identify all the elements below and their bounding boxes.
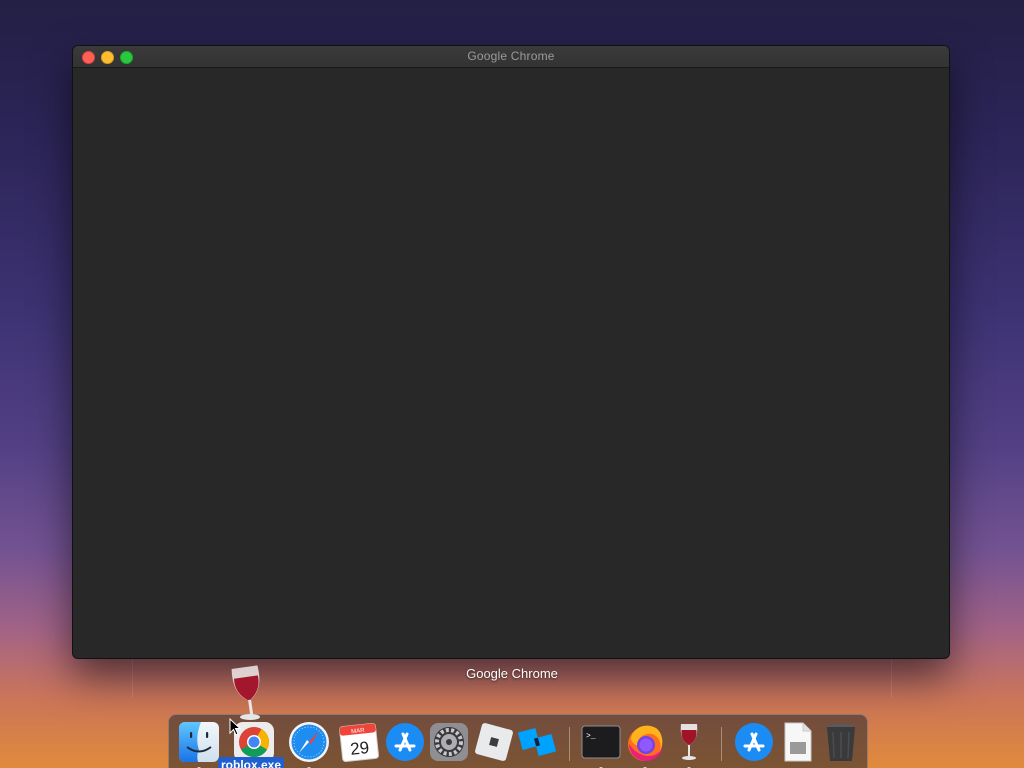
window-label: Google Chrome (466, 666, 558, 681)
dock-item-system-preferences[interactable] (427, 720, 471, 764)
calendar-icon: MAR 29 (339, 723, 379, 762)
dock-item-firefox[interactable] (623, 720, 667, 768)
dock-item-document-stack[interactable] (775, 720, 819, 764)
wine-icon (680, 724, 698, 760)
dock-item-calendar[interactable]: MAR 29 (337, 720, 381, 764)
firefox-icon (628, 725, 663, 761)
dock-item-wine[interactable] (667, 720, 711, 768)
dock-item-app-store[interactable] (383, 720, 427, 764)
document-icon (784, 722, 812, 762)
gear-icon (430, 723, 468, 761)
dock-item-safari[interactable] (287, 720, 331, 768)
dock-divider (721, 727, 722, 761)
dock-divider (569, 727, 570, 761)
terminal-prompt: >_ (586, 732, 596, 741)
app-store-icon (386, 723, 424, 761)
dragged-file-label: roblox.exe (218, 757, 285, 768)
arrow-cursor-icon (229, 718, 241, 736)
finder-icon (179, 722, 219, 762)
terminal-icon: >_ (581, 725, 621, 759)
window-titlebar[interactable]: Google Chrome (73, 46, 949, 68)
wine-icon (231, 665, 260, 720)
dock-item-finder[interactable] (177, 720, 221, 768)
safari-icon (289, 722, 329, 762)
app-store-icon (735, 723, 773, 761)
calendar-day: 29 (349, 738, 370, 759)
roblox-icon (475, 723, 513, 761)
dock-item-terminal[interactable]: >_ (579, 720, 623, 768)
dock-item-trash[interactable] (819, 720, 863, 764)
roblox-studio-icon (517, 727, 557, 757)
window-title: Google Chrome (467, 49, 555, 63)
window-content[interactable] (73, 68, 949, 658)
dock-item-roblox[interactable] (472, 720, 516, 764)
dock-item-roblox-studio[interactable] (515, 720, 559, 764)
dragged-file[interactable] (228, 665, 272, 725)
dock-item-app-store-downloads[interactable] (732, 720, 776, 764)
trash-icon (827, 724, 855, 761)
mouse-cursor (229, 718, 241, 736)
chrome-window[interactable]: Google Chrome (72, 45, 950, 659)
